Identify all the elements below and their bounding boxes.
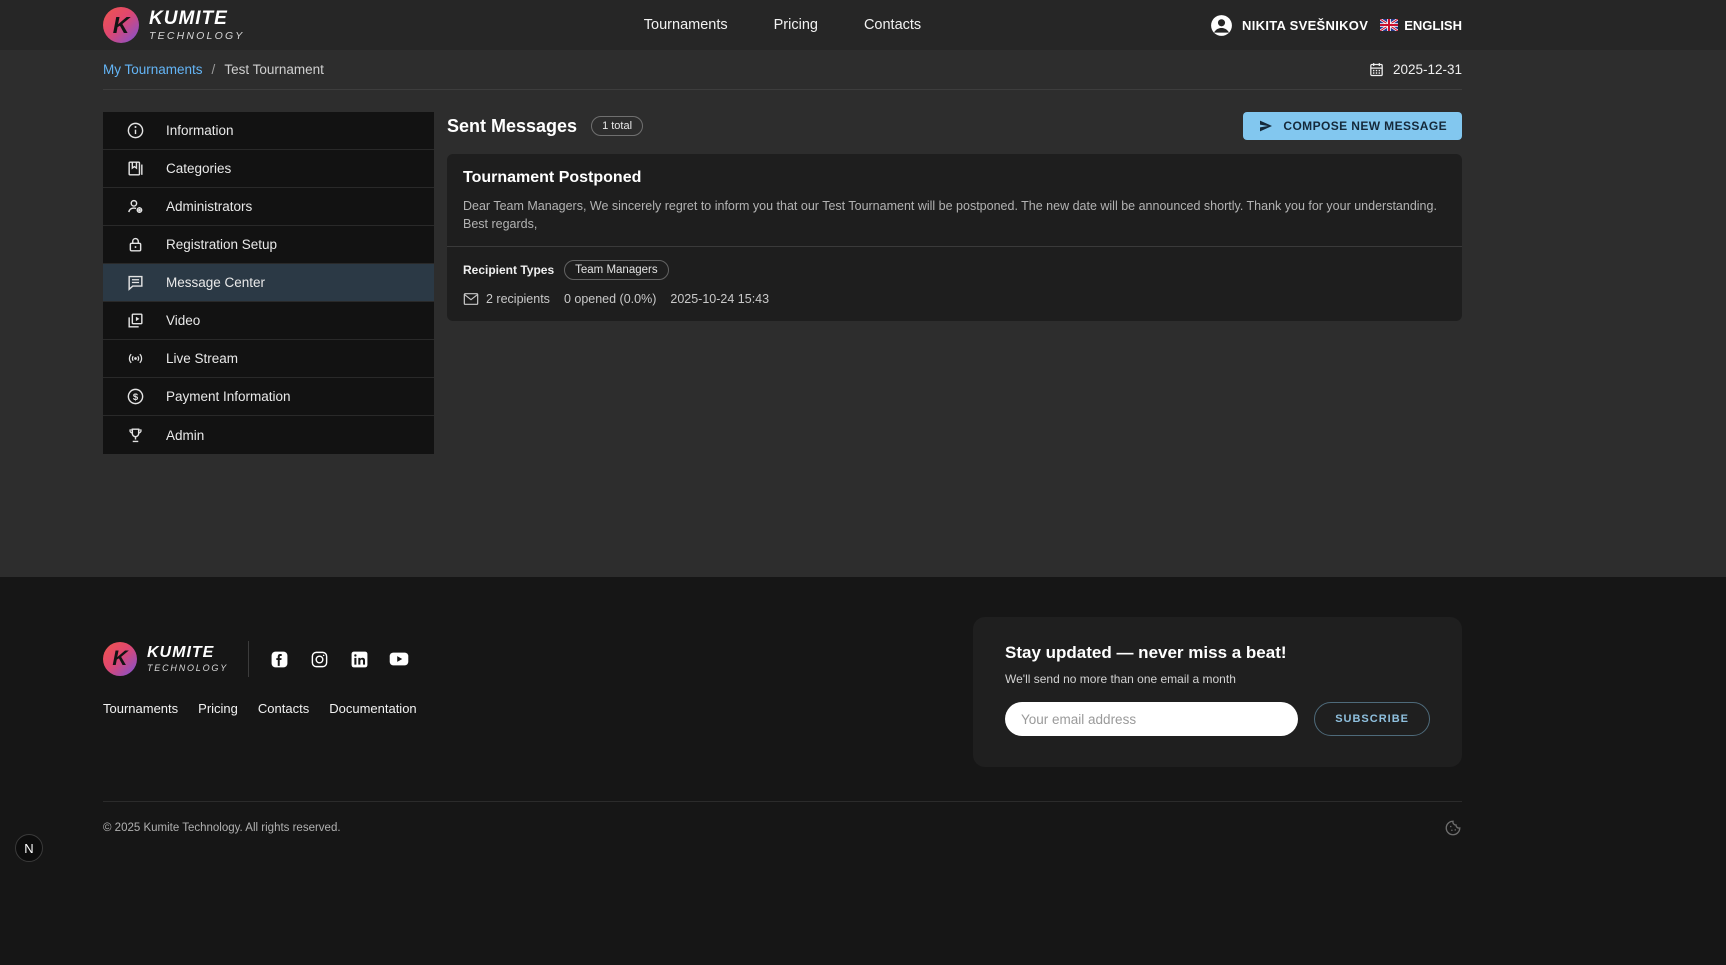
newsletter-title: Stay updated — never miss a beat! — [1005, 643, 1430, 663]
footer-link-contacts[interactable]: Contacts — [258, 701, 309, 716]
main-panel: Sent Messages 1 total COMPOSE NEW MESSAG… — [447, 112, 1462, 454]
dev-tools-badge[interactable]: N — [15, 834, 43, 862]
message-icon — [125, 273, 145, 293]
recipients-count: 2 recipients — [486, 292, 550, 306]
recipient-types-label: Recipient Types — [463, 263, 554, 277]
page-title: Sent Messages — [447, 116, 577, 137]
message-divider — [447, 246, 1462, 247]
instagram-icon[interactable] — [309, 649, 329, 669]
categories-icon — [125, 159, 145, 179]
video-icon — [125, 311, 145, 331]
info-icon — [125, 121, 145, 141]
cookie-settings-icon[interactable] — [1444, 819, 1462, 837]
sidebar-item-registration-setup[interactable]: Registration Setup — [103, 226, 434, 264]
footer-links: Tournaments Pricing Contacts Documentati… — [103, 701, 417, 716]
nav-tournaments[interactable]: Tournaments — [644, 17, 728, 33]
breadcrumb: My Tournaments / Test Tournament — [103, 62, 324, 77]
sidebar-item-payment-information[interactable]: $ Payment Information — [103, 378, 434, 416]
newsletter-card: Stay updated — never miss a beat! We'll … — [973, 617, 1462, 767]
user-avatar-icon — [1209, 13, 1234, 38]
lock-icon — [125, 235, 145, 255]
sent-timestamp: 2025-10-24 15:43 — [670, 292, 769, 306]
uk-flag-icon — [1380, 19, 1398, 31]
breadcrumb-separator: / — [212, 62, 216, 77]
sidebar-item-video[interactable]: Video — [103, 302, 434, 340]
footer-link-documentation[interactable]: Documentation — [329, 701, 416, 716]
content-area: Information Categories — [0, 90, 1726, 577]
tournament-date: 2025-12-31 — [1368, 61, 1462, 78]
sidebar-item-label: Admin — [166, 428, 204, 443]
user-name: NIKITA SVEŠNIKOV — [1242, 18, 1368, 33]
footer-brand-name: KUMITE — [147, 645, 228, 661]
sent-message-card[interactable]: Tournament Postponed Dear Team Managers,… — [447, 154, 1462, 321]
sidebar-item-categories[interactable]: Categories — [103, 150, 434, 188]
sidebar-item-label: Administrators — [166, 199, 252, 214]
svg-text:$: $ — [132, 392, 138, 403]
sidebar-item-administrators[interactable]: Administrators — [103, 188, 434, 226]
footer-brand-logo[interactable]: K KUMITE TECHNOLOGY — [103, 642, 228, 676]
sidebar-item-live-stream[interactable]: Live Stream — [103, 340, 434, 378]
administrators-icon — [125, 197, 145, 217]
brand-subtitle: TECHNOLOGY — [149, 31, 245, 42]
nav-pricing[interactable]: Pricing — [774, 17, 818, 33]
language-label: ENGLISH — [1404, 18, 1462, 33]
trophy-icon — [125, 425, 145, 445]
language-selector[interactable]: ENGLISH — [1380, 18, 1462, 33]
breadcrumb-my-tournaments[interactable]: My Tournaments — [103, 62, 203, 77]
footer: K KUMITE TECHNOLOGY — [0, 577, 1726, 965]
linkedin-icon[interactable] — [349, 649, 369, 669]
top-header-bar: K KUMITE TECHNOLOGY Tournaments Pricing … — [0, 0, 1726, 50]
compose-new-message-button[interactable]: COMPOSE NEW MESSAGE — [1243, 112, 1462, 140]
user-menu[interactable]: NIKITA SVEŠNIKOV — [1209, 13, 1368, 38]
sidebar-item-label: Categories — [166, 161, 231, 176]
sidebar-item-label: Live Stream — [166, 351, 238, 366]
brand-logo[interactable]: K KUMITE TECHNOLOGY — [103, 7, 245, 43]
sidebar-item-admin[interactable]: Admin — [103, 416, 434, 454]
page: K KUMITE TECHNOLOGY Tournaments Pricing … — [0, 0, 1726, 965]
breadcrumb-current: Test Tournament — [224, 62, 324, 77]
sidebar-item-label: Message Center — [166, 275, 265, 290]
opened-stat: 0 opened (0.0%) — [564, 292, 656, 306]
message-title: Tournament Postponed — [463, 169, 1446, 187]
footer-brand-logo-icon: K — [103, 642, 137, 676]
youtube-icon[interactable] — [389, 649, 409, 669]
tournament-date-value: 2025-12-31 — [1393, 62, 1462, 77]
sidebar-item-message-center[interactable]: Message Center — [103, 264, 434, 302]
recipient-type-chip: Team Managers — [564, 260, 668, 280]
copyright-text: © 2025 Kumite Technology. All rights res… — [103, 822, 341, 834]
sidebar-item-information[interactable]: Information — [103, 112, 434, 150]
sidebar-item-label: Information — [166, 123, 234, 138]
newsletter-email-input[interactable] — [1005, 702, 1298, 736]
newsletter-subtitle: We'll send no more than one email a mont… — [1005, 672, 1430, 686]
main-nav: Tournaments Pricing Contacts — [644, 17, 921, 33]
compose-button-label: COMPOSE NEW MESSAGE — [1283, 119, 1447, 133]
message-body: Dear Team Managers, We sincerely regret … — [463, 198, 1446, 233]
sidebar-item-label: Payment Information — [166, 389, 291, 404]
facebook-icon[interactable] — [269, 649, 289, 669]
payment-icon: $ — [125, 387, 145, 407]
subscribe-button[interactable]: SUBSCRIBE — [1314, 702, 1430, 736]
mail-icon — [463, 292, 479, 306]
live-stream-icon — [125, 349, 145, 369]
brand-text: KUMITE TECHNOLOGY — [149, 9, 245, 42]
brand-logo-icon: K — [103, 7, 139, 43]
footer-link-tournaments[interactable]: Tournaments — [103, 701, 178, 716]
calendar-icon — [1368, 61, 1385, 78]
footer-brand-subtitle: TECHNOLOGY — [147, 664, 228, 673]
brand-name: KUMITE — [149, 9, 245, 28]
sidebar-item-label: Video — [166, 313, 200, 328]
breadcrumb-bar: My Tournaments / Test Tournament 2025-12 — [0, 50, 1726, 90]
brand-letter: K — [113, 12, 130, 39]
sidebar-item-label: Registration Setup — [166, 237, 277, 252]
nav-contacts[interactable]: Contacts — [864, 17, 921, 33]
tournament-sidebar: Information Categories — [103, 112, 434, 454]
footer-link-pricing[interactable]: Pricing — [198, 701, 238, 716]
total-count-badge: 1 total — [591, 116, 643, 136]
footer-divider — [248, 641, 249, 677]
send-icon — [1258, 118, 1274, 134]
footer-brand-letter: K — [112, 647, 127, 671]
